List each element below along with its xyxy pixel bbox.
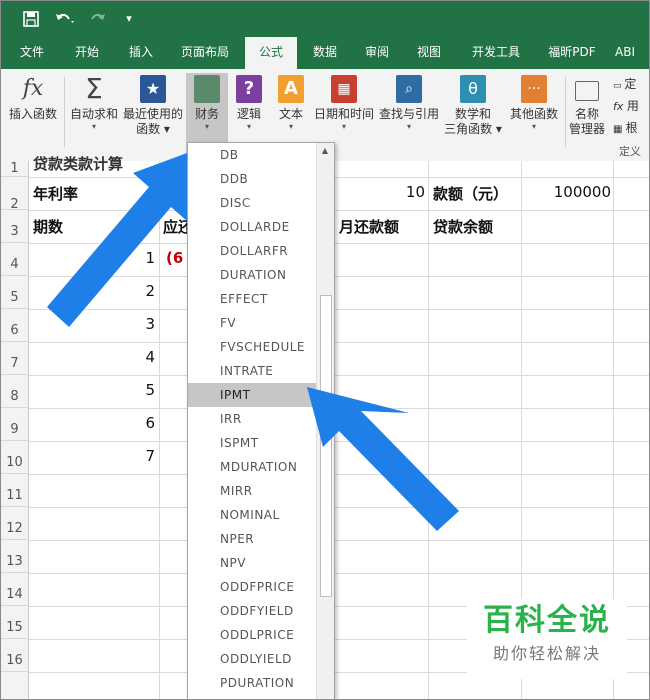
- watermark-logo: 百科全说 助你轻松解决: [467, 599, 627, 679]
- watermark-subtitle: 助你轻松解决: [492, 644, 601, 663]
- excel-window: ▾ 文件 开始 插入 页面布局 公式 数据 审阅 视图 开发工具 福昕PDF A…: [0, 0, 650, 700]
- blue-arrow-icon: [307, 387, 459, 531]
- blue-arrow-icon: [47, 153, 187, 327]
- watermark-title: 百科全说: [483, 603, 611, 638]
- tutorial-arrows-overlay: [47, 153, 459, 531]
